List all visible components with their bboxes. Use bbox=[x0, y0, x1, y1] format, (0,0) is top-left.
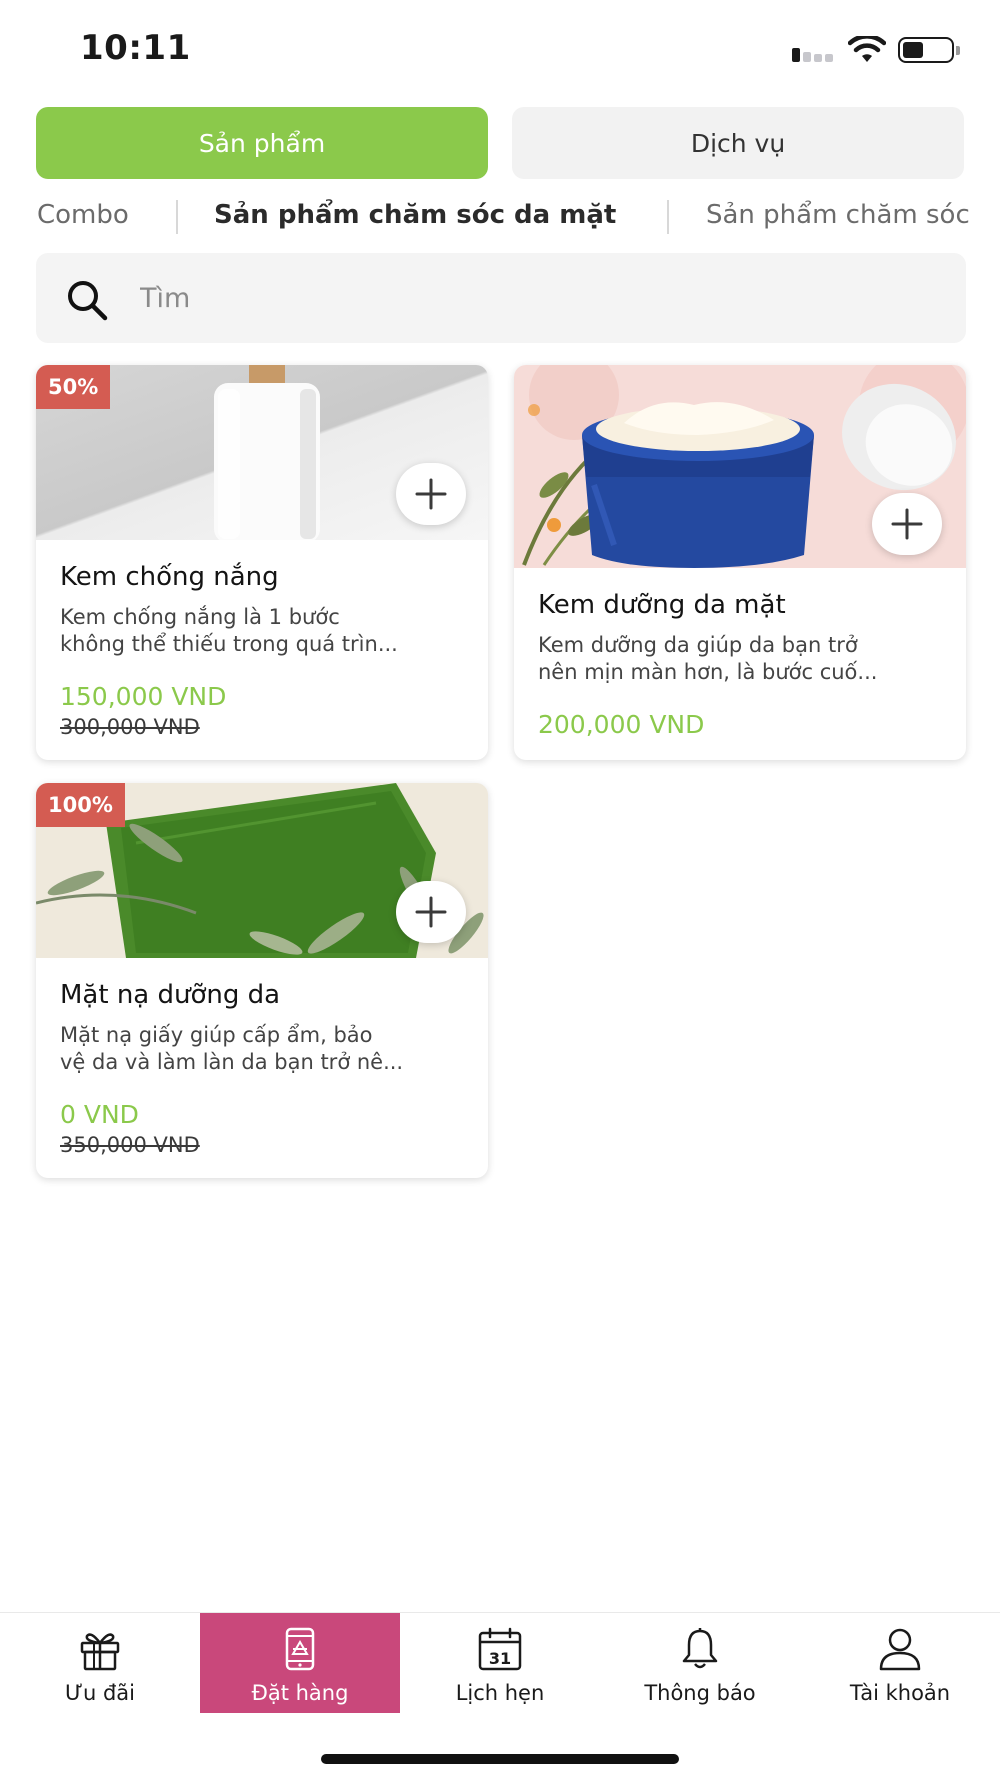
category-face-care[interactable]: Sản phẩm chăm sóc da mặt bbox=[214, 200, 616, 230]
product-title: Kem dưỡng da mặt bbox=[538, 590, 786, 620]
plus-icon bbox=[415, 478, 447, 510]
user-icon bbox=[879, 1628, 921, 1671]
nav-label: Ưu đãi bbox=[64, 1681, 136, 1705]
add-to-cart-button[interactable] bbox=[396, 881, 466, 943]
nav-label: Lịch hẹn bbox=[455, 1681, 545, 1705]
nav-tai-khoan[interactable]: Tài khoản bbox=[800, 1613, 1000, 1713]
search-icon bbox=[68, 281, 108, 321]
category-divider bbox=[176, 200, 178, 234]
order-phone-icon bbox=[285, 1627, 315, 1671]
nav-label: Đặt hàng bbox=[251, 1681, 349, 1705]
plus-icon bbox=[891, 508, 923, 540]
discount-badge: 100% bbox=[36, 783, 125, 827]
product-image: 100% bbox=[36, 783, 488, 958]
product-description: Kem chống nắng là 1 bước không thể thiếu… bbox=[60, 605, 398, 656]
bell-icon bbox=[682, 1628, 718, 1669]
category-combo[interactable]: Combo bbox=[37, 200, 129, 230]
nav-label: Tài khoản bbox=[849, 1681, 951, 1705]
status-time: 10:11 bbox=[80, 28, 191, 68]
category-other-care[interactable]: Sản phẩm chăm sóc bbox=[706, 200, 970, 230]
home-indicator bbox=[321, 1754, 679, 1764]
search-bar bbox=[36, 253, 966, 343]
product-image bbox=[514, 365, 966, 568]
product-card[interactable]: 50% Kem chống nắng Kem chống nắng là 1 b… bbox=[36, 365, 488, 760]
plus-icon bbox=[415, 896, 447, 928]
product-card[interactable]: Kem dưỡng da mặt Kem dưỡng da giúp da bạ… bbox=[514, 365, 966, 760]
status-bar: 10:11 bbox=[0, 0, 1000, 100]
gift-icon bbox=[80, 1633, 120, 1671]
add-to-cart-button[interactable] bbox=[396, 463, 466, 525]
product-price: 150,000 VND bbox=[60, 682, 227, 711]
product-price: 200,000 VND bbox=[538, 710, 705, 739]
calendar-day-text: 31 bbox=[489, 1649, 511, 1668]
bottom-nav: Ưu đãi Đặt hàng 31 Lịch hẹn Thông báo Tà… bbox=[0, 1612, 1000, 1713]
nav-thong-bao[interactable]: Thông báo bbox=[600, 1613, 800, 1713]
nav-lich-hen[interactable]: 31 Lịch hẹn bbox=[400, 1613, 600, 1713]
product-title: Kem chống nắng bbox=[60, 562, 279, 592]
product-description: Mặt nạ giấy giúp cấp ẩm, bảo vệ da và là… bbox=[60, 1023, 404, 1074]
nav-dat-hang[interactable]: Đặt hàng bbox=[200, 1613, 400, 1713]
category-strip: Combo Sản phẩm chăm sóc da mặt Sản phẩm … bbox=[0, 186, 1000, 246]
product-old-price: 350,000 VND bbox=[60, 1133, 200, 1157]
product-screen: 10:11 Sản phẩm Dịch vụ Combo Sản phẩm ch… bbox=[0, 0, 1000, 1778]
discount-badge: 50% bbox=[36, 365, 111, 409]
product-old-price: 300,000 VND bbox=[60, 715, 200, 739]
search-input[interactable] bbox=[140, 273, 930, 323]
add-to-cart-button[interactable] bbox=[872, 493, 942, 555]
tab-dich-vu[interactable]: Dịch vụ bbox=[512, 107, 964, 179]
product-title: Mặt nạ dưỡng da bbox=[60, 980, 281, 1010]
nav-uu-dai[interactable]: Ưu đãi bbox=[0, 1613, 200, 1713]
tab-san-pham[interactable]: Sản phẩm bbox=[36, 107, 488, 179]
product-price: 0 VND bbox=[60, 1100, 139, 1129]
battery-icon bbox=[898, 37, 960, 63]
calendar-icon: 31 bbox=[478, 1627, 522, 1671]
product-description: Kem dưỡng da giúp da bạn trở nên mịn màn… bbox=[538, 633, 878, 684]
product-image: 50% bbox=[36, 365, 488, 540]
category-divider bbox=[667, 200, 669, 234]
wifi-icon bbox=[848, 36, 886, 62]
main-tabs: Sản phẩm Dịch vụ bbox=[36, 107, 966, 179]
signal-icon bbox=[792, 46, 836, 62]
nav-label: Thông báo bbox=[644, 1681, 756, 1705]
product-card[interactable]: 100% Mặt nạ dưỡng da Mặt nạ giấy giúp cấ… bbox=[36, 783, 488, 1178]
